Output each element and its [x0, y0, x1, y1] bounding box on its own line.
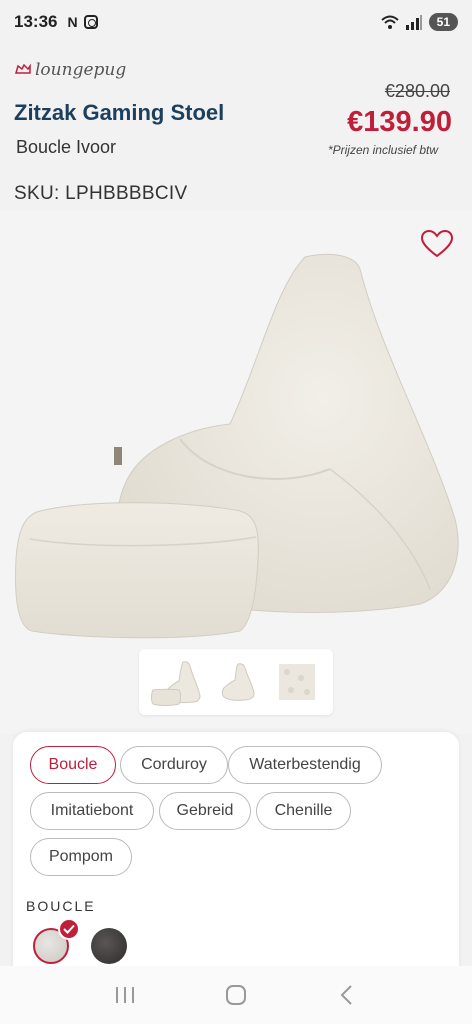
signal-icon [405, 15, 422, 30]
home-icon [225, 985, 246, 1005]
pug-logo-icon [14, 63, 32, 78]
n-notification-icon: N [67, 14, 78, 30]
status-right: 51 [380, 13, 458, 31]
product-header: loungepug Zitzak Gaming Stoel Boucle Ivo… [0, 44, 472, 209]
home-button[interactable] [216, 975, 256, 1015]
product-title: Zitzak Gaming Stoel [14, 100, 225, 125]
chip-corduroy[interactable]: Corduroy [120, 746, 228, 784]
thumbnail-beanbag[interactable] [210, 656, 262, 708]
wifi-icon [380, 15, 399, 29]
brand-logo[interactable]: loungepug [14, 60, 126, 80]
sku-label: SKU: LPHBBBBCIV [14, 183, 188, 204]
thumbnail-fabric[interactable] [271, 656, 323, 708]
thumbnail-strip [139, 649, 333, 715]
old-price: €280.00 [384, 81, 450, 101]
status-bar: 13:36 N 51 [0, 0, 472, 44]
sale-price: €139.90 [347, 106, 452, 138]
chip-imitatiebont[interactable]: Imitatiebont [30, 792, 154, 830]
chip-waterbestendig[interactable]: Waterbestendig [228, 746, 382, 784]
product-gallery [0, 209, 472, 734]
chip-gebreid[interactable]: Gebreid [159, 792, 251, 830]
back-icon [340, 985, 352, 1005]
color-section-label: BOUCLE [26, 898, 96, 914]
instagram-icon [83, 15, 98, 29]
price-note: *Prijzen inclusief btw [327, 143, 438, 157]
check-icon [58, 918, 80, 940]
status-time: 13:36 [14, 12, 58, 31]
chip-boucle[interactable]: Boucle [30, 746, 116, 784]
back-button[interactable] [327, 975, 367, 1015]
system-nav-bar [0, 966, 472, 1024]
recent-apps-icon [116, 987, 135, 1003]
recent-apps-button[interactable] [105, 975, 145, 1015]
fabric-options-card: Boucle Corduroy Waterbestendig Imitatieb… [13, 732, 459, 972]
brand-name: loungepug [35, 60, 127, 80]
status-notifications: N [67, 14, 98, 30]
chip-pompom[interactable]: Pompom [30, 838, 132, 876]
product-main-image[interactable] [0, 239, 472, 659]
battery-badge: 51 [428, 13, 458, 31]
chip-chenille[interactable]: Chenille [256, 792, 351, 830]
swatch-dark-grey[interactable] [91, 928, 127, 964]
product-variant: Boucle Ivoor [16, 137, 117, 157]
thumbnail-set[interactable] [149, 656, 201, 708]
